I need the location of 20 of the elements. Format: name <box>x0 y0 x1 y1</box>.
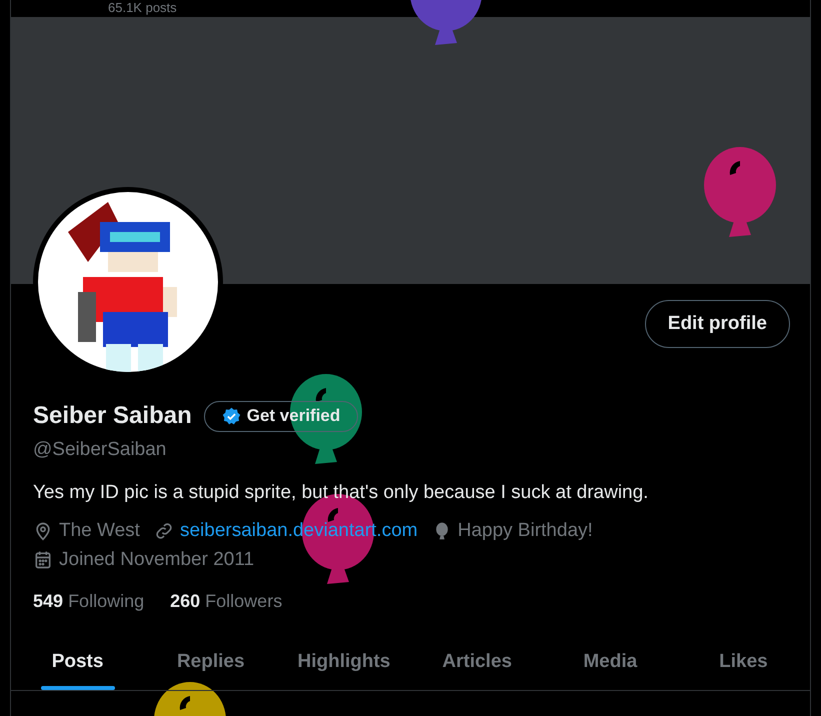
profile-detail: Joined November 2011 <box>59 548 254 572</box>
profile-detail: Happy Birthday! <box>458 519 593 543</box>
edit-profile-button[interactable]: Edit profile <box>644 300 790 348</box>
follow-stat-link[interactable]: 260 Followers <box>170 588 282 615</box>
profile-tab[interactable]: Posts <box>11 635 144 690</box>
post-count: 65.1K posts <box>108 0 177 16</box>
profile-handle: @SeiberSaiban <box>33 438 168 462</box>
balloon-icon <box>704 147 776 237</box>
calendar-icon <box>33 550 53 570</box>
profile-name: Seiber Saiban <box>33 401 192 431</box>
verified-check-icon <box>222 406 241 426</box>
profile-tab[interactable]: Replies <box>144 635 278 690</box>
profile-tab[interactable]: Likes <box>676 635 810 690</box>
profile-detail: The West <box>59 519 140 543</box>
profile-bio: Yes my ID pic is a stupid sprite, but that's only because I suck at drawing. <box>33 480 650 504</box>
profile-tab[interactable]: Media <box>544 635 677 690</box>
profile-tab[interactable]: Highlights <box>277 635 411 690</box>
follow-stat-link[interactable]: 549 Following <box>33 588 144 615</box>
profile-tab[interactable]: Articles <box>410 635 544 690</box>
link-icon <box>154 521 174 542</box>
